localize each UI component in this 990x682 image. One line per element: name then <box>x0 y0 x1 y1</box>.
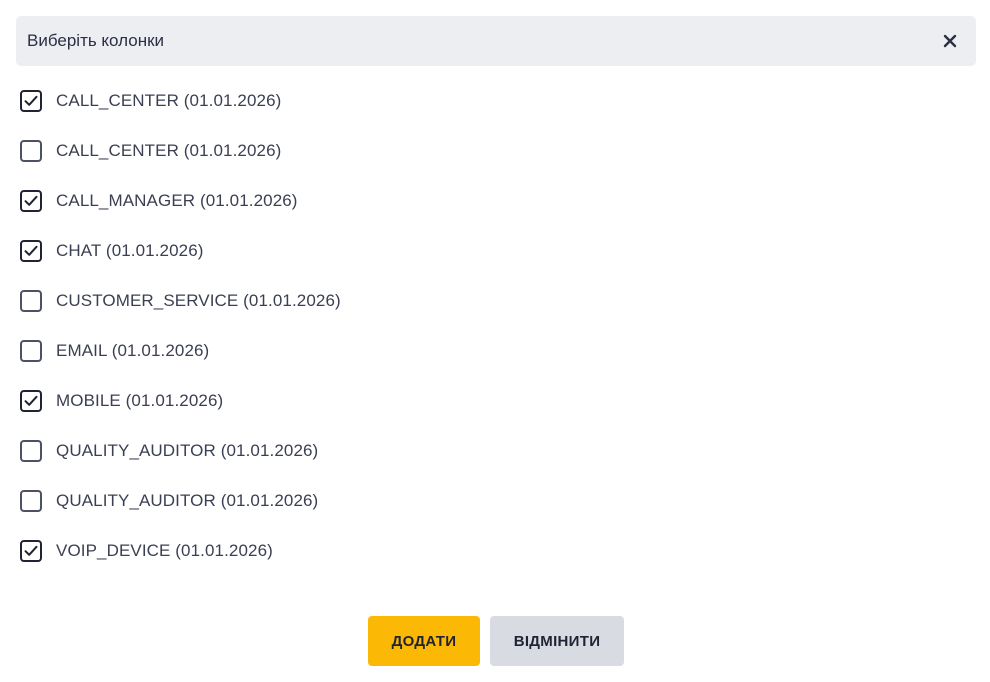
add-button[interactable]: ДОДАТИ <box>368 616 480 666</box>
column-option[interactable]: CALL_CENTER (01.01.2026) <box>20 76 920 126</box>
column-checkbox[interactable] <box>20 440 42 462</box>
column-option-label: CHAT (01.01.2026) <box>56 241 204 260</box>
checkmark-icon <box>24 245 38 256</box>
column-checkbox[interactable] <box>20 140 42 162</box>
column-checkbox[interactable] <box>20 240 42 262</box>
column-list: CALL_CENTER (01.01.2026) CALL_CENTER (01.… <box>20 76 920 576</box>
column-option[interactable]: CALL_MANAGER (01.01.2026) <box>20 176 920 226</box>
column-option[interactable]: CUSTOMER_SERVICE (01.01.2026) <box>20 276 920 326</box>
column-option-label: CALL_CENTER (01.01.2026) <box>56 91 282 110</box>
dialog-title: Виберіть колонки <box>27 31 165 50</box>
column-option[interactable]: CALL_CENTER (01.01.2026) <box>20 126 920 176</box>
checkmark-icon <box>24 195 38 206</box>
column-option[interactable]: EMAIL (01.01.2026) <box>20 326 920 376</box>
column-option-label: EMAIL (01.01.2026) <box>56 341 210 360</box>
column-option-label: CALL_MANAGER (01.01.2026) <box>56 191 298 210</box>
column-checkbox[interactable] <box>20 190 42 212</box>
column-option[interactable]: MOBILE (01.01.2026) <box>20 376 920 426</box>
column-option[interactable]: QUALITY_AUDITOR (01.01.2026) <box>20 476 920 526</box>
column-option-label: MOBILE (01.01.2026) <box>56 391 224 410</box>
column-checkbox[interactable] <box>20 390 42 412</box>
column-checkbox[interactable] <box>20 290 42 312</box>
checkmark-icon <box>24 545 38 556</box>
column-option-label: CUSTOMER_SERVICE (01.01.2026) <box>56 291 341 310</box>
checkmark-icon <box>24 95 38 106</box>
column-option[interactable]: CHAT (01.01.2026) <box>20 226 920 276</box>
column-checkbox[interactable] <box>20 490 42 512</box>
close-button[interactable] <box>938 29 962 53</box>
column-option-label: QUALITY_AUDITOR (01.01.2026) <box>56 441 319 460</box>
checkmark-icon <box>24 395 38 406</box>
column-option-label: VOIP_DEVICE (01.01.2026) <box>56 541 273 560</box>
select-columns-dialog: Виберіть колонки CALL_CENTER (01.01.2026… <box>0 0 990 682</box>
dialog-header: Виберіть колонки <box>16 16 976 66</box>
cancel-button[interactable]: ВІДМІНИТИ <box>490 616 624 666</box>
column-checkbox[interactable] <box>20 340 42 362</box>
column-option-label: QUALITY_AUDITOR (01.01.2026) <box>56 491 319 510</box>
column-checkbox[interactable] <box>20 90 42 112</box>
column-option-label: CALL_CENTER (01.01.2026) <box>56 141 282 160</box>
close-icon <box>943 34 957 48</box>
column-option[interactable]: QUALITY_AUDITOR (01.01.2026) <box>20 426 920 476</box>
column-option[interactable]: VOIP_DEVICE (01.01.2026) <box>20 526 920 576</box>
column-checkbox[interactable] <box>20 540 42 562</box>
